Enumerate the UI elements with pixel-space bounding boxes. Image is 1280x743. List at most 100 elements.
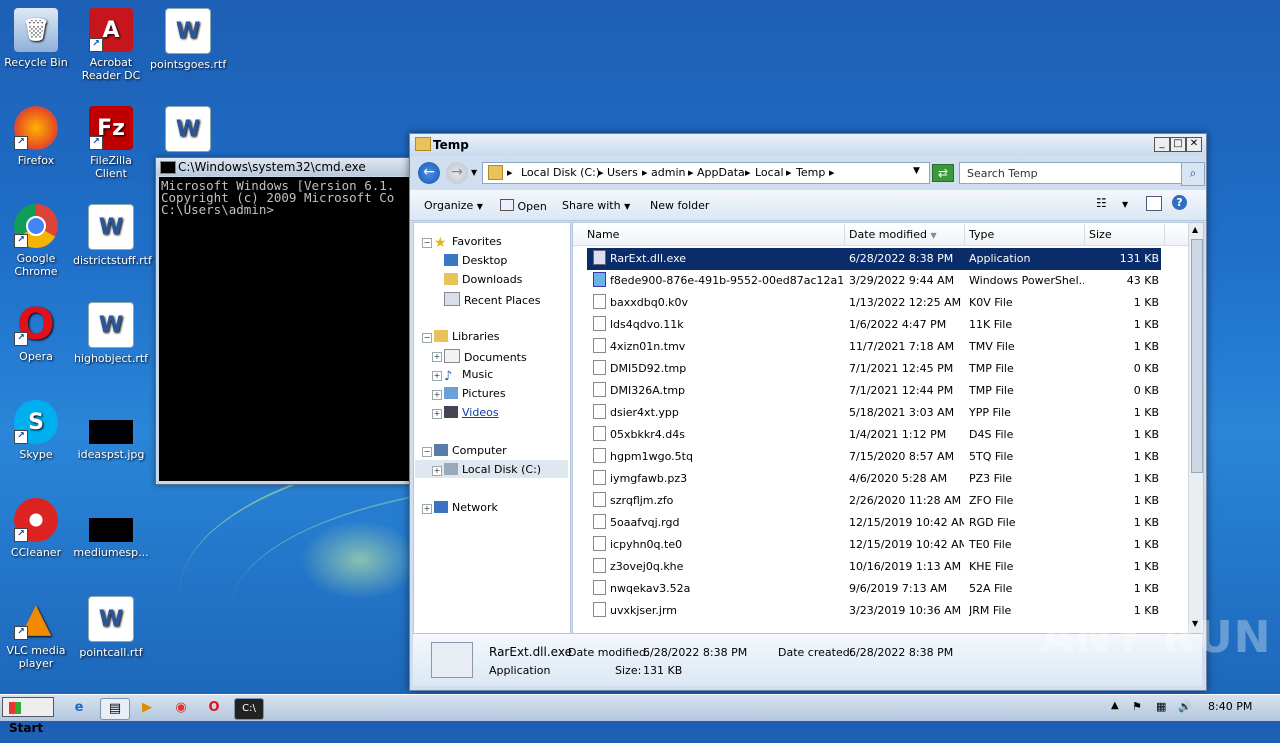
breadcrumb-appdata[interactable]: AppData (697, 166, 745, 179)
column-date-modified[interactable]: Date modified ▼ (845, 224, 965, 245)
file-row[interactable]: 4xizn01n.tmv 11/7/2021 7:18 AM TMV File 1 K… (587, 336, 1161, 358)
taskbar-explorer-icon[interactable]: ▤ (100, 698, 130, 720)
clock[interactable]: 8:40 PM (1208, 700, 1252, 713)
view-dropdown-icon[interactable]: ▼ (1122, 200, 1128, 209)
breadcrumb-separator-icon[interactable]: ▸ (688, 166, 694, 179)
column-size[interactable]: Size (1085, 224, 1165, 245)
desktop-icon-chrome[interactable]: ↗ Google Chrome (0, 204, 74, 278)
nav-local-disk[interactable]: Local Disk (C:) (444, 463, 541, 476)
file-row[interactable]: iymgfawb.pz3 4/6/2020 5:28 AM PZ3 File 1 KB (587, 468, 1161, 490)
internet-explorer-icon[interactable]: e (68, 698, 90, 718)
breadcrumb-local[interactable]: Local (755, 166, 784, 179)
forward-button[interactable]: → (446, 162, 468, 184)
nav-pictures[interactable]: Pictures (444, 387, 506, 400)
file-row[interactable]: DMI326A.tmp 7/1/2021 12:44 PM TMP File 0 KB (587, 380, 1161, 402)
nav-videos[interactable]: Videos (444, 406, 499, 419)
nav-downloads[interactable]: Downloads (444, 273, 522, 286)
file-row[interactable]: DMI5D92.tmp 7/1/2021 12:45 PM TMP File 0 KB (587, 358, 1161, 380)
file-row[interactable]: 05xbkkr4.d4s 1/4/2021 1:12 PM D4S File 1 KB (587, 424, 1161, 446)
desktop-icon-recycle-bin[interactable]: 🗑 Recycle Bin (0, 8, 74, 69)
desktop-icon-mediumesp[interactable]: mediumesp... (73, 498, 149, 559)
breadcrumb-separator-icon[interactable]: ▸ (786, 166, 792, 179)
nav-favorites[interactable]: ★ Favorites (434, 235, 502, 251)
breadcrumb-separator-icon[interactable]: ▸ (507, 166, 513, 179)
taskbar-opera-icon[interactable]: O (203, 698, 225, 718)
nav-recent-places[interactable]: Recent Places (444, 292, 541, 307)
desktop-icon-vlc[interactable]: ▲ ↗ VLC media player (0, 596, 74, 671)
search-box[interactable]: Search Temp (959, 162, 1183, 184)
recent-pages-chevron-icon[interactable]: ▼ (471, 168, 477, 177)
breadcrumb-admin[interactable]: admin (651, 166, 685, 179)
organize-button[interactable]: Organize ▼ (424, 199, 483, 212)
desktop-icon-firefox[interactable]: ↗ Firefox (0, 106, 74, 167)
desktop-icon-word-doc[interactable]: W (150, 106, 226, 156)
file-row[interactable]: f8ede900-876e-491b-9552-00ed87ac12a1.ps1… (587, 270, 1161, 292)
scroll-up-icon[interactable]: ▲ (1192, 225, 1198, 234)
file-row[interactable]: RarExt.dll.exe 6/28/2022 8:38 PM Applicati… (587, 248, 1161, 270)
file-row[interactable]: hgpm1wgo.5tq 7/15/2020 8:57 AM 5TQ File 1 K… (587, 446, 1161, 468)
file-row[interactable]: lds4qdvo.11k 1/6/2022 4:47 PM 11K File 1 KB (587, 314, 1161, 336)
open-button[interactable]: Open (500, 199, 547, 213)
expander-icon[interactable]: + (432, 352, 442, 362)
explorer-window[interactable]: Temp _ □ ✕ ← → ▼ ▸ Local Disk (C:) ▸ Use… (409, 133, 1207, 691)
address-dropdown-icon[interactable]: ▼ (913, 166, 920, 176)
file-row[interactable]: z3ovej0q.khe 10/16/2019 1:13 AM KHE File 1 … (587, 556, 1161, 578)
desktop-icon-ideaspst[interactable]: ideaspst.jpg (73, 400, 149, 461)
nav-desktop[interactable]: Desktop (444, 254, 507, 267)
close-button[interactable]: ✕ (1186, 137, 1202, 152)
maximize-button[interactable]: □ (1170, 137, 1186, 152)
breadcrumb-separator-icon[interactable]: ▸ (598, 166, 604, 179)
expander-icon[interactable]: + (432, 371, 442, 381)
expander-icon[interactable]: − (422, 447, 432, 457)
desktop-icon-ccleaner[interactable]: ↗ CCleaner (0, 498, 74, 559)
nav-network[interactable]: Network (434, 501, 498, 514)
share-with-button[interactable]: Share with ▼ (562, 199, 630, 212)
desktop-icon-opera[interactable]: O ↗ Opera (0, 302, 74, 363)
desktop-icon-acrobat[interactable]: A ↗ Acrobat Reader DC (73, 8, 149, 82)
scrollbar-thumb[interactable] (1191, 239, 1203, 473)
expander-icon[interactable]: − (422, 238, 432, 248)
breadcrumb-users[interactable]: Users (607, 166, 638, 179)
breadcrumb-separator-icon[interactable]: ▸ (642, 166, 648, 179)
desktop-icon-highobject[interactable]: W highobject.rtf (73, 302, 149, 365)
expander-icon[interactable]: + (432, 409, 442, 419)
network-tray-icon[interactable]: ▦ (1156, 700, 1166, 713)
desktop-icon-skype[interactable]: S ↗ Skype (0, 400, 74, 461)
breadcrumb-separator-icon[interactable]: ▸ (829, 166, 835, 179)
file-row[interactable]: 5oaafvqj.rgd 12/15/2019 10:42 AM RGD File 1… (587, 512, 1161, 534)
explorer-titlebar[interactable]: Temp _ □ ✕ (410, 134, 1206, 156)
expander-icon[interactable]: + (432, 466, 442, 476)
cmd-console[interactable]: Microsoft Windows [Version 6.1. Copyright… (159, 177, 414, 481)
desktop-icon-pointcall[interactable]: W pointcall.rtf (73, 596, 149, 659)
file-row[interactable]: szrqfljm.zfo 2/26/2020 11:28 AM ZFO File 1 … (587, 490, 1161, 512)
help-icon[interactable]: ? (1172, 195, 1187, 210)
breadcrumb-temp[interactable]: Temp (796, 166, 825, 179)
expander-icon[interactable]: + (422, 504, 432, 514)
volume-icon[interactable]: 🔊 (1178, 700, 1192, 713)
desktop-icon-districtstuff[interactable]: W districtstuff.rtf (73, 204, 152, 267)
cmd-window[interactable]: C:\Windows\system32\cmd.exe Microsoft Wi… (155, 157, 415, 485)
taskbar-chrome-icon[interactable]: ◉ (170, 698, 192, 718)
back-button[interactable]: ← (418, 162, 440, 184)
expander-icon[interactable]: + (432, 390, 442, 400)
vertical-scrollbar[interactable]: ▲ ▼ (1188, 223, 1203, 633)
expander-icon[interactable]: − (422, 333, 432, 343)
column-type[interactable]: Type (965, 224, 1085, 245)
media-player-icon[interactable]: ▶ (136, 698, 158, 718)
nav-libraries[interactable]: Libraries (434, 330, 500, 343)
file-list[interactable]: Name Date modified ▼ Type Size RarExt.dl… (572, 222, 1204, 634)
address-bar[interactable]: ▸ Local Disk (C:) ▸ Users ▸ admin ▸ AppD… (482, 162, 930, 184)
file-row[interactable]: icpyhn0q.te0 12/15/2019 10:42 AM TE0 File 1… (587, 534, 1161, 556)
desktop-icon-filezilla[interactable]: Fz ↗ FileZilla Client (73, 106, 149, 180)
nav-music[interactable]: ♪ Music (444, 368, 493, 384)
file-row[interactable]: dsier4xt.ypp 5/18/2021 3:03 AM YPP File 1 K… (587, 402, 1161, 424)
start-button[interactable]: Start (2, 697, 54, 735)
nav-computer[interactable]: Computer (434, 444, 507, 457)
taskbar-cmd-icon[interactable]: C:\ (234, 698, 264, 720)
tray-expand-icon[interactable]: ▲ (1111, 700, 1119, 711)
flag-icon[interactable]: ⚑ (1132, 700, 1142, 713)
new-folder-button[interactable]: New folder (650, 199, 709, 212)
minimize-button[interactable]: _ (1154, 137, 1170, 152)
preview-pane-icon[interactable] (1146, 196, 1162, 211)
nav-documents[interactable]: Documents (444, 349, 527, 364)
